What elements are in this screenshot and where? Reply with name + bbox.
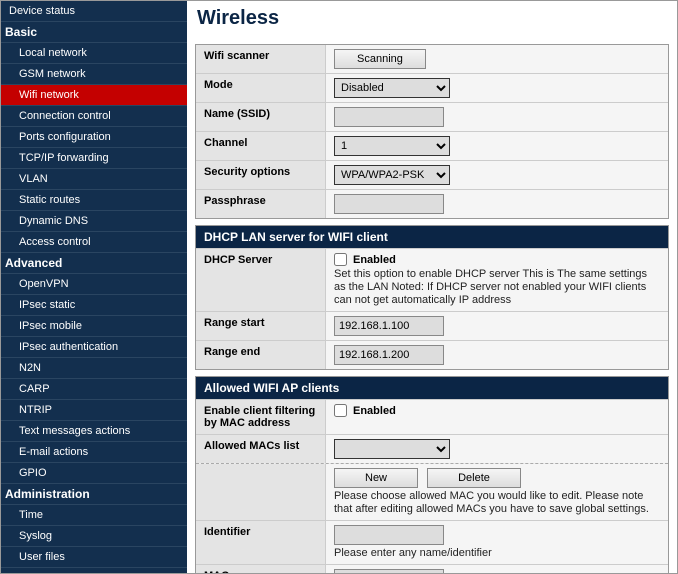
ssid-input[interactable] bbox=[334, 107, 444, 127]
channel-select[interactable]: 1 bbox=[334, 136, 450, 156]
wifi-scanner-label: Wifi scanner bbox=[196, 45, 326, 73]
wifi-scanning-button[interactable]: Scanning bbox=[334, 49, 426, 69]
dhcp-section: DHCP LAN server for WIFI client DHCP Ser… bbox=[195, 225, 669, 370]
sidebar-ntrip[interactable]: NTRIP bbox=[1, 400, 187, 421]
ssid-label: Name (SSID) bbox=[196, 103, 326, 131]
dhcp-header: DHCP LAN server for WIFI client bbox=[196, 226, 668, 248]
security-label: Security options bbox=[196, 161, 326, 189]
sidebar-ipsec-static[interactable]: IPsec static bbox=[1, 295, 187, 316]
identifier-label: Identifier bbox=[196, 521, 326, 564]
allowed-clients-section: Allowed WIFI AP clients Enable client fi… bbox=[195, 376, 669, 573]
sidebar-syslog[interactable]: Syslog bbox=[1, 526, 187, 547]
range-start-label: Range start bbox=[196, 312, 326, 340]
channel-label: Channel bbox=[196, 132, 326, 160]
sidebar-access-control[interactable]: Access control bbox=[1, 232, 187, 253]
sidebar-local-network[interactable]: Local network bbox=[1, 43, 187, 64]
passphrase-input[interactable] bbox=[334, 194, 444, 214]
sidebar-ports-configuration[interactable]: Ports configuration bbox=[1, 127, 187, 148]
sidebar-vlan[interactable]: VLAN bbox=[1, 169, 187, 190]
passphrase-label: Passphrase bbox=[196, 190, 326, 218]
security-select[interactable]: WPA/WPA2-PSK bbox=[334, 165, 450, 185]
sidebar: Device statusBasicLocal networkGSM netwo… bbox=[1, 1, 187, 573]
mac-input[interactable] bbox=[334, 569, 444, 573]
allowed-macs-select[interactable] bbox=[334, 439, 450, 459]
mac-filter-enabled-label: Enabled bbox=[353, 405, 396, 417]
sidebar-connection-control[interactable]: Connection control bbox=[1, 106, 187, 127]
sidebar-email-actions[interactable]: E-mail actions bbox=[1, 442, 187, 463]
sidebar-time[interactable]: Time bbox=[1, 505, 187, 526]
sidebar-openvpn[interactable]: OpenVPN bbox=[1, 274, 187, 295]
mac-actions-label bbox=[196, 464, 326, 520]
sidebar-wifi-network[interactable]: Wifi network bbox=[1, 85, 187, 106]
sidebar-gpio[interactable]: GPIO bbox=[1, 463, 187, 484]
wireless-section: Wifi scanner Scanning Mode Disabled Name… bbox=[195, 44, 669, 219]
sidebar-ipsec-mobile[interactable]: IPsec mobile bbox=[1, 316, 187, 337]
allowed-macs-help: Please choose allowed MAC you would like… bbox=[334, 490, 660, 516]
allowed-macs-label: Allowed MACs list bbox=[196, 435, 326, 463]
sidebar-ipsec-authentication[interactable]: IPsec authentication bbox=[1, 337, 187, 358]
identifier-help: Please enter any name/identifier bbox=[334, 547, 660, 560]
sidebar-carp[interactable]: CARP bbox=[1, 379, 187, 400]
range-end-label: Range end bbox=[196, 341, 326, 369]
sidebar-cat-basic: Basic bbox=[1, 22, 187, 43]
mode-label: Mode bbox=[196, 74, 326, 102]
range-start-input[interactable] bbox=[334, 316, 444, 336]
sidebar-tcpip-forwarding[interactable]: TCP/IP forwarding bbox=[1, 148, 187, 169]
mac-filter-label: Enable client filtering by MAC address bbox=[196, 400, 326, 434]
range-end-input[interactable] bbox=[334, 345, 444, 365]
main-content: Wireless Wifi scanner Scanning Mode Disa… bbox=[187, 1, 677, 573]
sidebar-user-files[interactable]: User files bbox=[1, 547, 187, 568]
page-title: Wireless bbox=[197, 7, 669, 30]
dhcp-server-label: DHCP Server bbox=[196, 249, 326, 311]
sidebar-cat-administration: Administration bbox=[1, 484, 187, 505]
allowed-header: Allowed WIFI AP clients bbox=[196, 377, 668, 399]
sidebar-text-messages-actions[interactable]: Text messages actions bbox=[1, 421, 187, 442]
mac-label: MAC bbox=[196, 565, 326, 573]
dhcp-help-text: Set this option to enable DHCP server Th… bbox=[334, 268, 660, 307]
sidebar-n2n[interactable]: N2N bbox=[1, 358, 187, 379]
sidebar-static-routes[interactable]: Static routes bbox=[1, 190, 187, 211]
dhcp-enabled-label: Enabled bbox=[353, 254, 396, 266]
dhcp-enabled-checkbox[interactable] bbox=[334, 253, 347, 266]
sidebar-device-status[interactable]: Device status bbox=[1, 1, 187, 22]
sidebar-gsm-network[interactable]: GSM network bbox=[1, 64, 187, 85]
delete-mac-button[interactable]: Delete bbox=[427, 468, 521, 488]
sidebar-dynamic-dns[interactable]: Dynamic DNS bbox=[1, 211, 187, 232]
sidebar-cat-configuration: Configuration bbox=[1, 568, 187, 573]
identifier-input[interactable] bbox=[334, 525, 444, 545]
mode-select[interactable]: Disabled bbox=[334, 78, 450, 98]
mac-filter-checkbox[interactable] bbox=[334, 404, 347, 417]
sidebar-cat-advanced: Advanced bbox=[1, 253, 187, 274]
new-mac-button[interactable]: New bbox=[334, 468, 418, 488]
